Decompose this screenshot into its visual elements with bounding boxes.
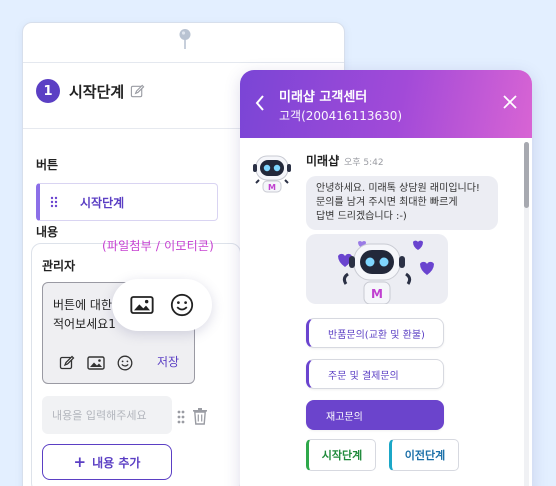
edit-title-icon[interactable] <box>130 84 145 99</box>
emoji-icon[interactable] <box>117 355 133 371</box>
pin-icon <box>179 29 191 49</box>
trash-icon[interactable] <box>192 407 208 425</box>
author-label: 관리자 <box>42 259 76 273</box>
chat-title: 미래샵 고객센터 <box>279 90 368 105</box>
add-content-label: 내용 추가 <box>92 455 141 470</box>
bot-name: 미래샵 <box>306 154 340 168</box>
attachment-caption: (파일첨부 / 이모티콘) <box>102 239 214 253</box>
close-icon[interactable] <box>502 94 518 110</box>
button-item-label: 시작단계 <box>80 195 125 210</box>
robot-illustration: M <box>338 240 434 304</box>
message-toolbar <box>59 355 145 371</box>
image-icon[interactable] <box>130 294 154 316</box>
content-section-label: 내용 <box>36 225 59 239</box>
chat-subtitle: 고객(200416113630) <box>279 109 403 123</box>
bot-avatar: M <box>253 155 291 193</box>
start-step-button[interactable]: 시작단계 <box>306 439 376 471</box>
step-title: 시작단계 <box>69 82 125 101</box>
option-button-return[interactable]: 반품문의(교환 및 환불) <box>306 318 444 348</box>
emoji-icon[interactable] <box>170 293 194 317</box>
button-item-start-step[interactable]: 시작단계 <box>36 183 218 221</box>
editor-header <box>23 23 344 63</box>
chat-body: M 미래샵 오후 5:42 안녕하세요. 미래톡 상담원 래미입니다! 문의를 … <box>240 138 532 486</box>
greeting-bubble: 안녕하세요. 미래톡 상담원 래미입니다! 문의를 남겨 주시면 최대한 빠르게… <box>306 176 498 230</box>
new-content-input[interactable]: 내용을 입력해주세요 <box>42 396 172 434</box>
drag-handle-icon[interactable] <box>177 410 185 424</box>
edit-icon[interactable] <box>59 355 75 371</box>
previous-step-button[interactable]: 이전단계 <box>389 439 459 471</box>
svg-text:M: M <box>371 287 383 301</box>
bot-illustration: M <box>306 234 448 304</box>
plus-icon: + <box>73 453 87 471</box>
add-content-button[interactable]: + 내용 추가 <box>42 444 172 480</box>
drag-handle-icon[interactable] <box>50 196 58 208</box>
message-time: 오후 5:42 <box>344 158 384 168</box>
option-button-stock[interactable]: 재고문의 <box>306 400 444 430</box>
step-number-badge: 1 <box>36 79 60 103</box>
scrollbar-thumb[interactable] <box>524 142 529 208</box>
option-button-order[interactable]: 주문 및 결제문의 <box>306 359 444 389</box>
svg-text:M: M <box>268 183 276 192</box>
image-icon[interactable] <box>87 355 105 371</box>
back-icon[interactable] <box>254 94 266 112</box>
chat-header: 미래샵 고객센터 고객(200416113630) <box>240 70 532 138</box>
button-section-label: 버튼 <box>36 158 59 172</box>
save-button[interactable]: 저장 <box>157 353 179 370</box>
attachment-popup <box>112 279 212 331</box>
step-title-row: 1 시작단계 <box>36 79 145 103</box>
chat-widget: 미래샵 고객센터 고객(200416113630) M 미래샵 오후 5:42 … <box>240 70 532 486</box>
